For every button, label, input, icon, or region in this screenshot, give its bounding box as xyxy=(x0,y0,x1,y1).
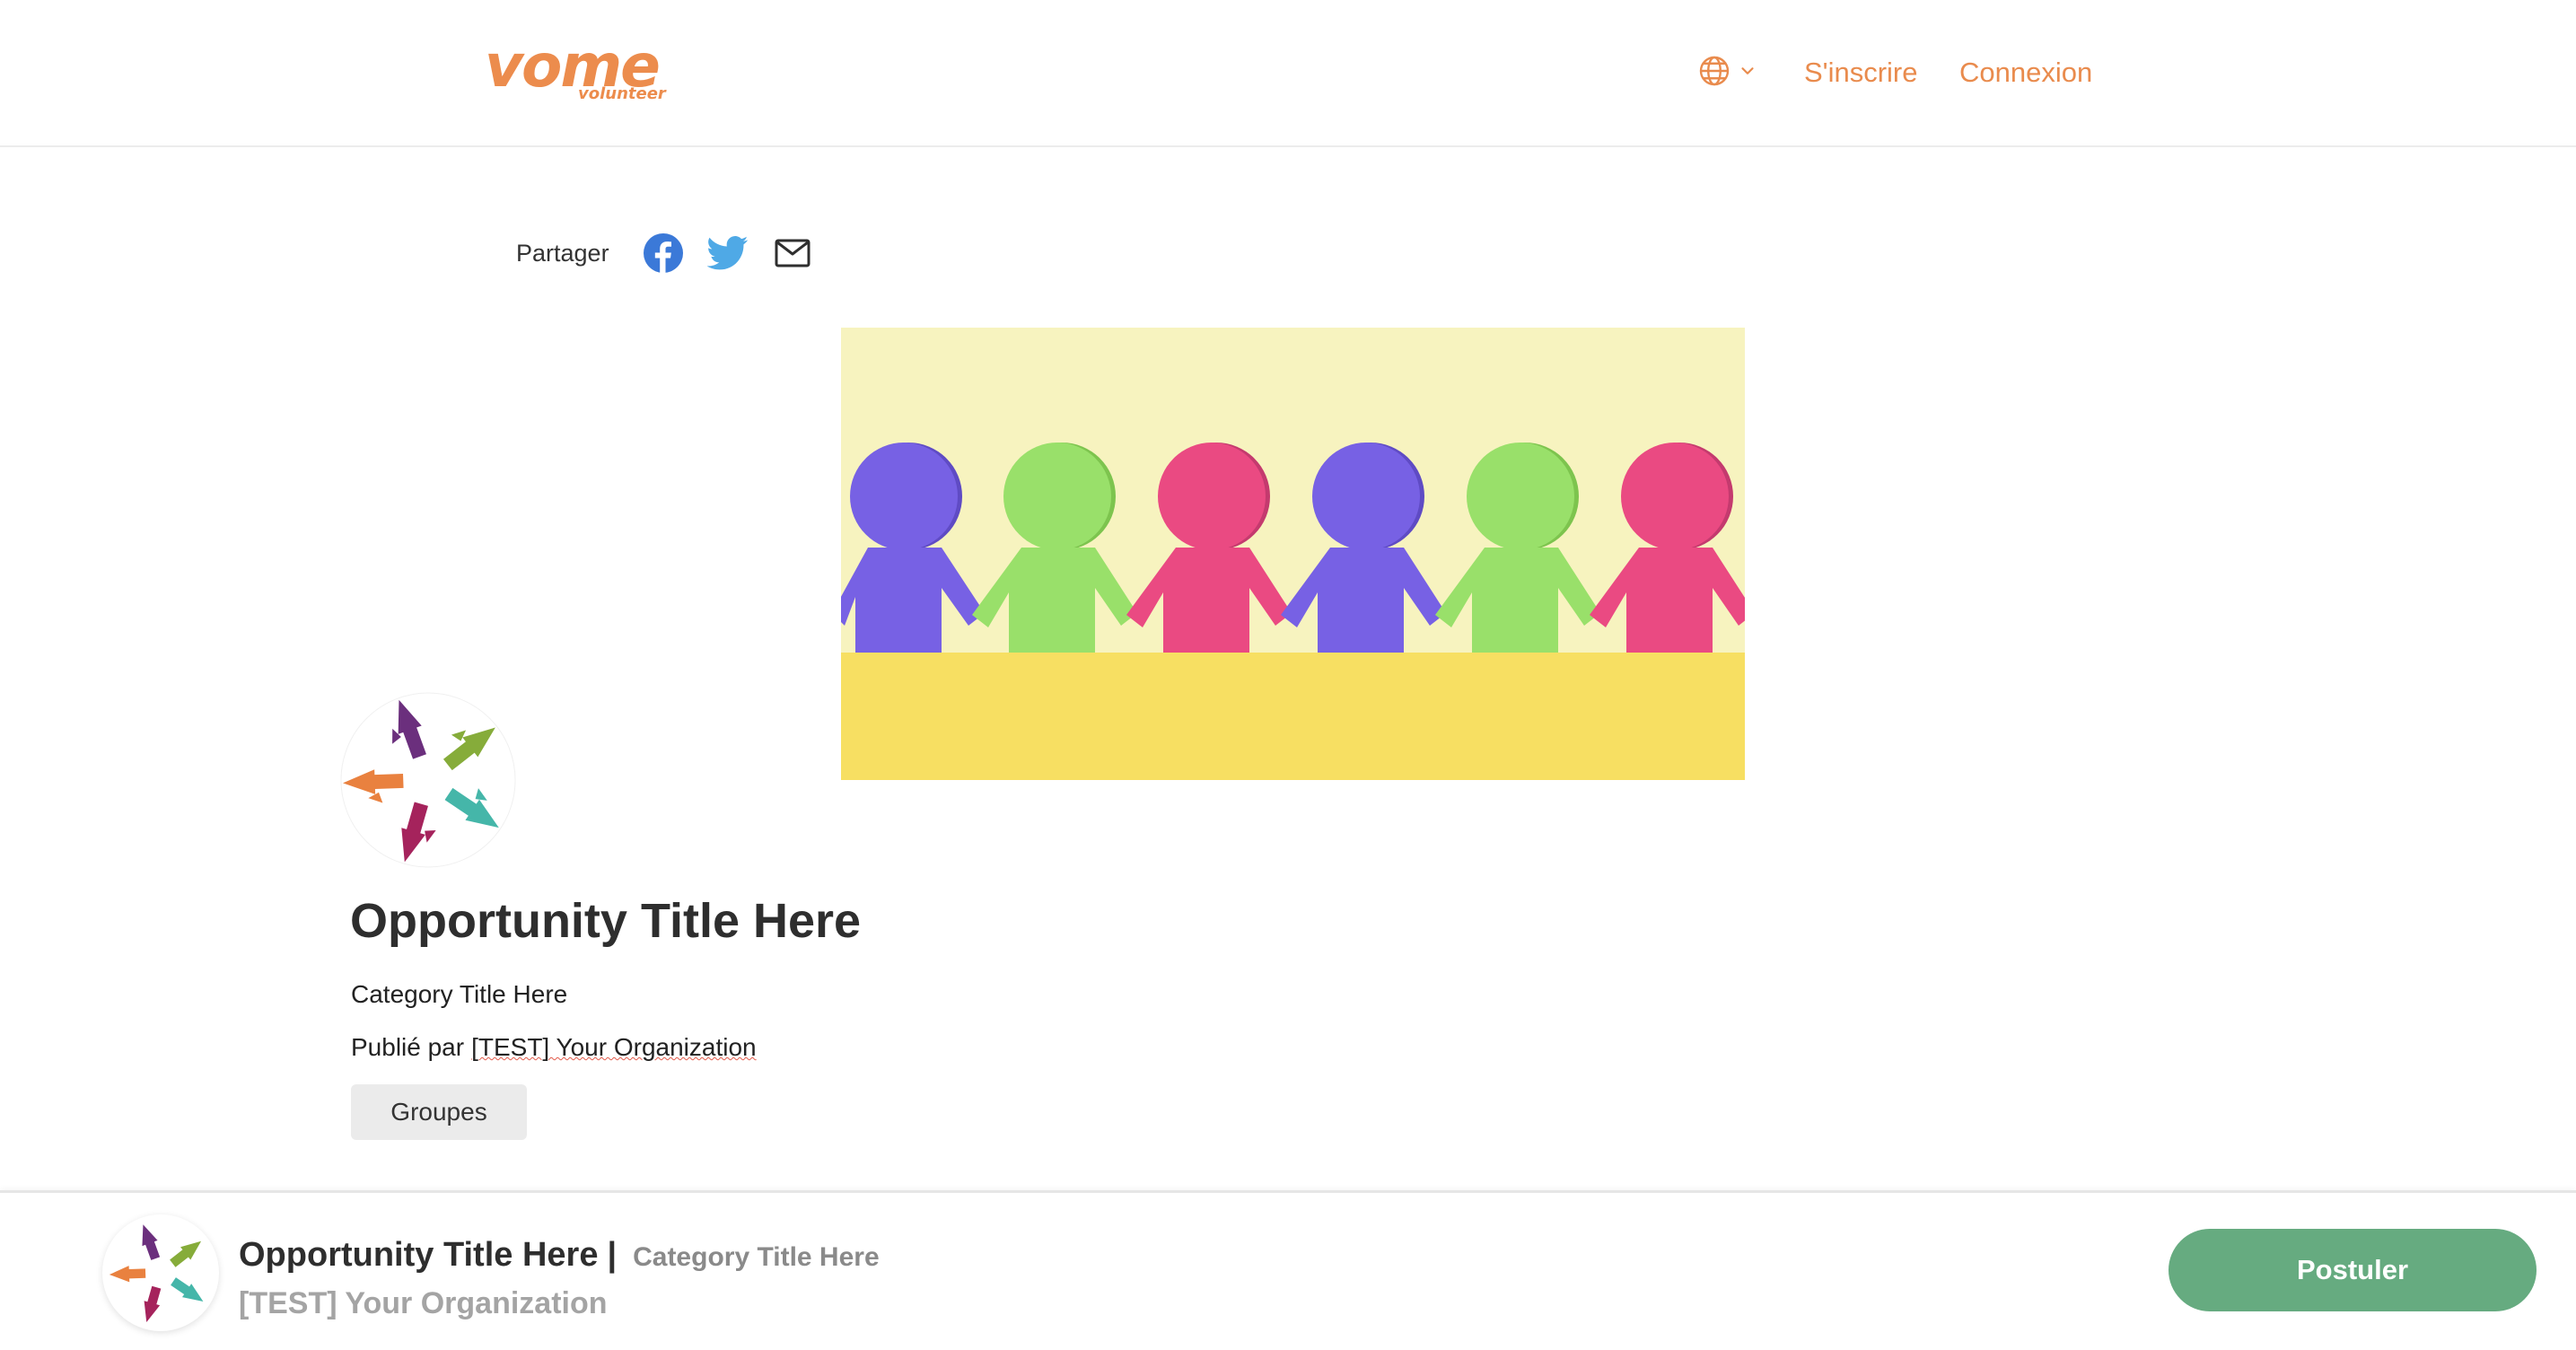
published-by-label: Publié par xyxy=(351,1033,465,1061)
share-bar: Partager xyxy=(516,228,836,278)
groups-button[interactable]: Groupes xyxy=(351,1084,527,1140)
bottom-bar-title: Opportunity Title Here xyxy=(239,1236,599,1274)
published-by: Publié par [TEST] Your Organization xyxy=(351,1033,757,1062)
share-label: Partager xyxy=(516,239,609,267)
twitter-icon[interactable] xyxy=(706,232,749,275)
opportunity-banner-image xyxy=(841,328,1745,780)
bottom-bar-separator: | xyxy=(607,1236,618,1274)
globe-icon xyxy=(1698,55,1730,92)
apply-button[interactable]: Postuler xyxy=(2169,1229,2537,1311)
opportunity-title: Opportunity Title Here xyxy=(350,894,862,948)
bottom-bar-organization-logo xyxy=(102,1214,219,1331)
bottom-bar-organization: [TEST] Your Organization xyxy=(239,1286,608,1320)
login-link[interactable]: Connexion xyxy=(1959,54,2092,92)
logo-subtext: volunteer xyxy=(578,84,666,103)
bottom-bar-title-row: Opportunity Title Here | Category Title … xyxy=(239,1236,880,1275)
chevron-down-icon xyxy=(1738,61,1757,85)
vome-logo[interactable]: vome volunteer xyxy=(485,31,666,111)
bottom-bar-category: Category Title Here xyxy=(633,1242,880,1272)
mail-icon[interactable] xyxy=(771,232,814,275)
facebook-icon[interactable] xyxy=(642,232,685,275)
organization-logo xyxy=(339,691,517,869)
top-navigation: vome volunteer S'inscrire Connexion xyxy=(0,0,2576,147)
organization-link[interactable]: [TEST] Your Organization xyxy=(471,1033,757,1061)
signup-link[interactable]: S'inscrire xyxy=(1804,54,1918,92)
language-selector[interactable] xyxy=(1698,54,1765,92)
sticky-apply-bar: Opportunity Title Here | Category Title … xyxy=(0,1190,2576,1350)
opportunity-category: Category Title Here xyxy=(351,980,568,1008)
